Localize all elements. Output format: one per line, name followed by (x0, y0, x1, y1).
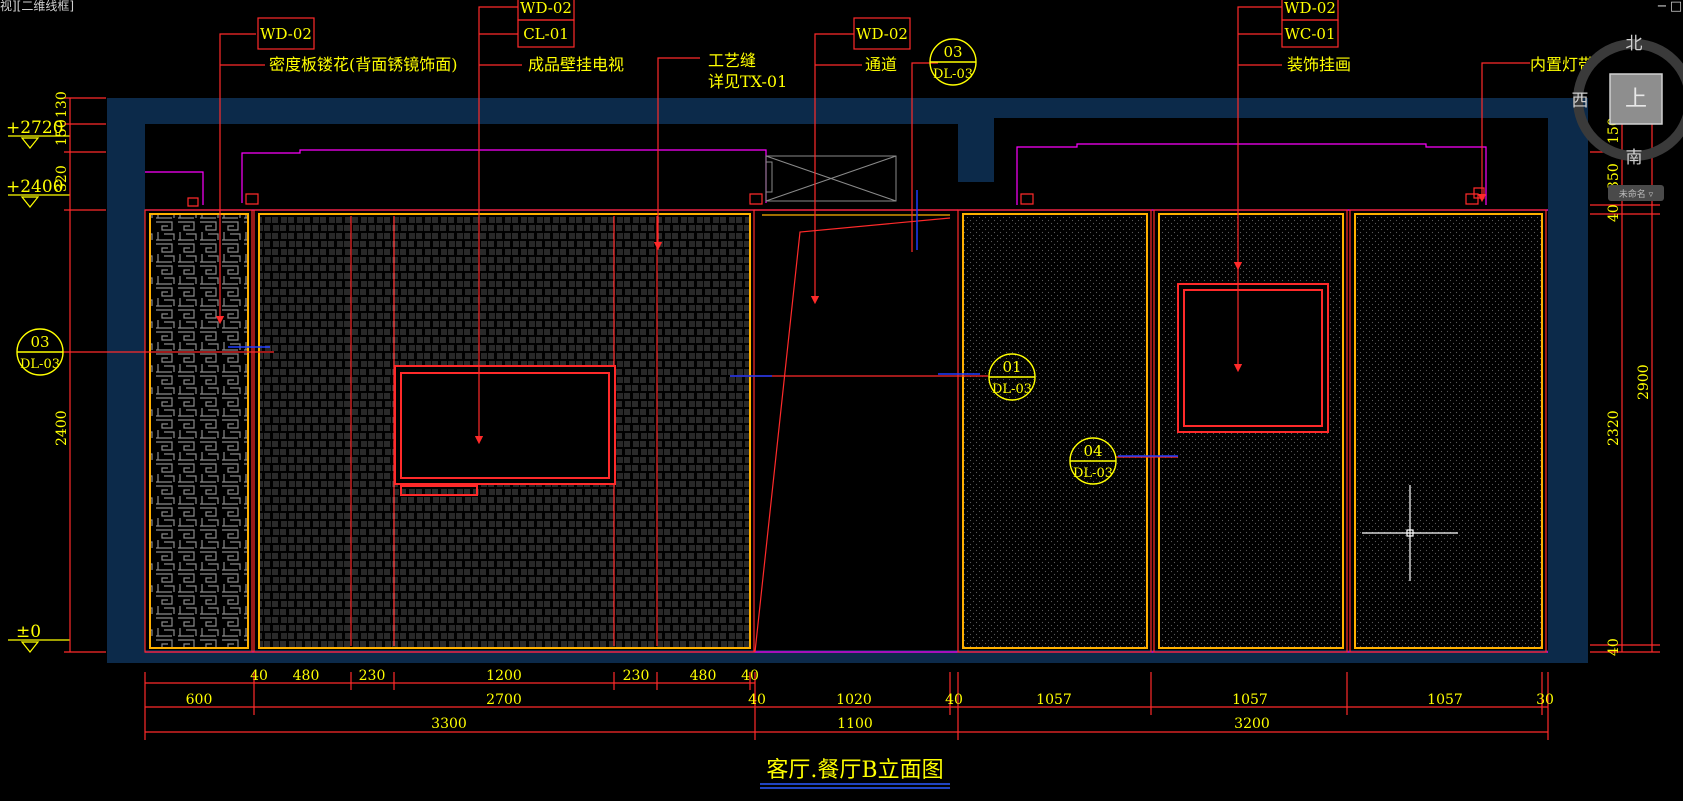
tag-cl01: CL-01 (523, 25, 569, 43)
note-lattice: 密度板镂花(背面锈镜饰面) (269, 55, 458, 74)
viewcube-top-label: 上 (1625, 87, 1647, 112)
drawing-canvas[interactable]: WD-02 WD-02 CL-01 WD-02 WD-02 WC-01 密度板镂… (0, 0, 1683, 801)
dim-40: 40 (741, 668, 759, 684)
section-number: 03 (943, 43, 962, 61)
dim-40: 40 (945, 692, 963, 708)
compass-west: 西 (1572, 91, 1589, 111)
ucs-badge-label: 未命名 ▿ (1619, 188, 1654, 200)
drawing-title: 客厅.餐厅B立面图 (766, 758, 943, 783)
section-number: 04 (1083, 442, 1102, 460)
note-painting: 装饰挂画 (1287, 55, 1351, 74)
dim-1057: 1057 (1232, 692, 1268, 708)
left-dimension-lines (64, 97, 106, 653)
note-groove-ref: 详见TX-01 (708, 72, 787, 91)
dim-480: 480 (293, 668, 320, 684)
section-sheet: DL-03 (933, 67, 973, 82)
dim-130: 130 (54, 91, 70, 118)
tag-wd02: WD-02 (260, 25, 312, 43)
dim-150: 150 (54, 119, 70, 146)
note-passage: 通道 (865, 55, 897, 74)
compass-north: 北 (1626, 34, 1643, 54)
dim-480: 480 (690, 668, 717, 684)
section-number: 01 (1002, 358, 1021, 376)
dim-230: 230 (623, 668, 650, 684)
tag-wd02: WD-02 (856, 25, 908, 43)
ventilation-unit (765, 155, 897, 202)
dim-320: 320 (54, 165, 70, 192)
compass-south: 南 (1626, 148, 1643, 168)
dim-40: 40 (1606, 638, 1622, 656)
wall-panels (149, 213, 1543, 649)
dim-600: 600 (186, 692, 213, 708)
section-number: 03 (30, 333, 49, 351)
wall-tv (394, 365, 616, 496)
wall-panel-3 (1354, 213, 1543, 649)
material-tag-boxes (257, 0, 1339, 50)
title-underline (760, 783, 950, 789)
dim-2700: 2700 (486, 692, 522, 708)
decorative-painting (1177, 283, 1329, 433)
section-sheet: DL-03 (1073, 466, 1113, 481)
dim-3300: 3300 (431, 716, 467, 732)
dim-1100: 1100 (837, 716, 873, 732)
dim-1057: 1057 (1427, 692, 1463, 708)
tag-wd02: WD-02 (520, 0, 572, 17)
dim-30: 30 (1536, 692, 1554, 708)
dim-2900: 2900 (1636, 364, 1652, 400)
light-fittings (187, 187, 1485, 207)
dim-40: 40 (250, 668, 268, 684)
dim-40: 40 (1606, 204, 1622, 222)
dim-2400: 2400 (54, 410, 70, 446)
section-sheet: DL-03 (20, 357, 60, 372)
dim-1057: 1057 (1036, 692, 1072, 708)
dim-2320: 2320 (1606, 410, 1622, 446)
dim-1200: 1200 (486, 668, 522, 684)
tag-wd02: WD-02 (1284, 0, 1336, 17)
dim-1020: 1020 (836, 692, 872, 708)
dim-3200: 3200 (1234, 716, 1270, 732)
dim-230: 230 (359, 668, 386, 684)
section-sheet: DL-03 (992, 382, 1032, 397)
wall-panel-1 (962, 213, 1148, 649)
note-groove: 工艺缝 (708, 51, 756, 70)
dim-40: 40 (748, 692, 766, 708)
level-zero: ±0 (16, 622, 41, 642)
level-markers (8, 135, 70, 653)
note-tv: 成品壁挂电视 (528, 55, 624, 74)
tag-wc01: WC-01 (1284, 25, 1335, 43)
lattice-panel (149, 213, 249, 649)
